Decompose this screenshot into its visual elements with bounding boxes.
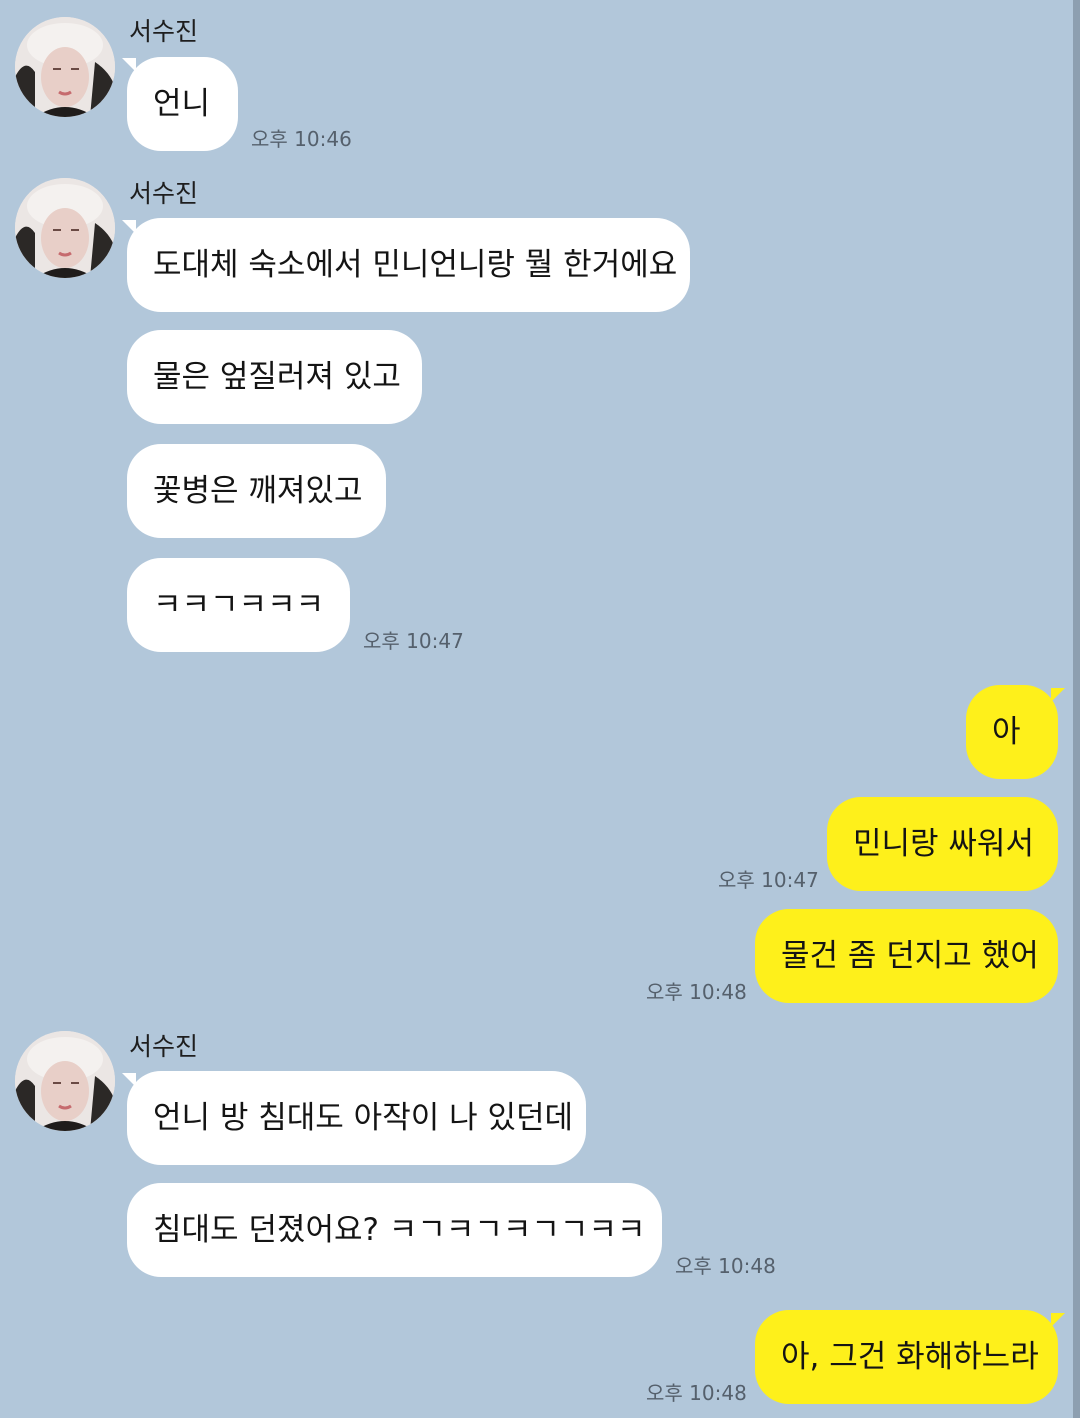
timestamp: 오후 10:47 bbox=[363, 629, 464, 653]
message-bubble[interactable]: 꽃병은 깨져있고 bbox=[127, 444, 386, 538]
message-bubble[interactable]: 물은 엎질러져 있고 bbox=[127, 330, 422, 424]
sender-name: 서수진 bbox=[129, 1032, 199, 1061]
timestamp: 오후 10:47 bbox=[718, 868, 819, 892]
message-bubble-mine[interactable]: 민니랑 싸워서 bbox=[827, 797, 1058, 891]
avatar[interactable] bbox=[15, 17, 115, 117]
message-bubble-mine[interactable]: 아, 그건 화해하느라 bbox=[755, 1310, 1058, 1404]
bubble-tail bbox=[1051, 1313, 1065, 1327]
timestamp: 오후 10:48 bbox=[646, 980, 747, 1004]
message-bubble[interactable]: ㅋㅋㄱㅋㅋㅋ bbox=[127, 558, 350, 652]
message-bubble[interactable]: 언니 bbox=[127, 57, 238, 151]
message-bubble[interactable]: 침대도 던졌어요? ㅋㄱㅋㄱㅋㄱㄱㅋㅋ bbox=[127, 1183, 662, 1277]
sender-name: 서수진 bbox=[129, 17, 199, 46]
scrollbar[interactable] bbox=[1073, 0, 1080, 1418]
message-bubble-mine[interactable]: 물건 좀 던지고 했어 bbox=[755, 909, 1058, 1003]
timestamp: 오후 10:46 bbox=[251, 127, 352, 151]
chat-area[interactable]: 서수진 언니 오후 10:46 서수진 도대체 숙소에서 민니언니랑 뭘 한거에… bbox=[0, 0, 1080, 1418]
bubble-tail bbox=[1051, 688, 1065, 702]
avatar[interactable] bbox=[15, 1031, 115, 1131]
message-bubble[interactable]: 도대체 숙소에서 민니언니랑 뭘 한거에요 bbox=[127, 218, 690, 312]
sender-name: 서수진 bbox=[129, 179, 199, 208]
avatar[interactable] bbox=[15, 178, 115, 278]
timestamp: 오후 10:48 bbox=[646, 1381, 747, 1405]
message-bubble-mine[interactable]: 아 bbox=[966, 685, 1058, 779]
message-bubble[interactable]: 언니 방 침대도 아작이 나 있던데 bbox=[127, 1071, 586, 1165]
timestamp: 오후 10:48 bbox=[675, 1254, 776, 1278]
